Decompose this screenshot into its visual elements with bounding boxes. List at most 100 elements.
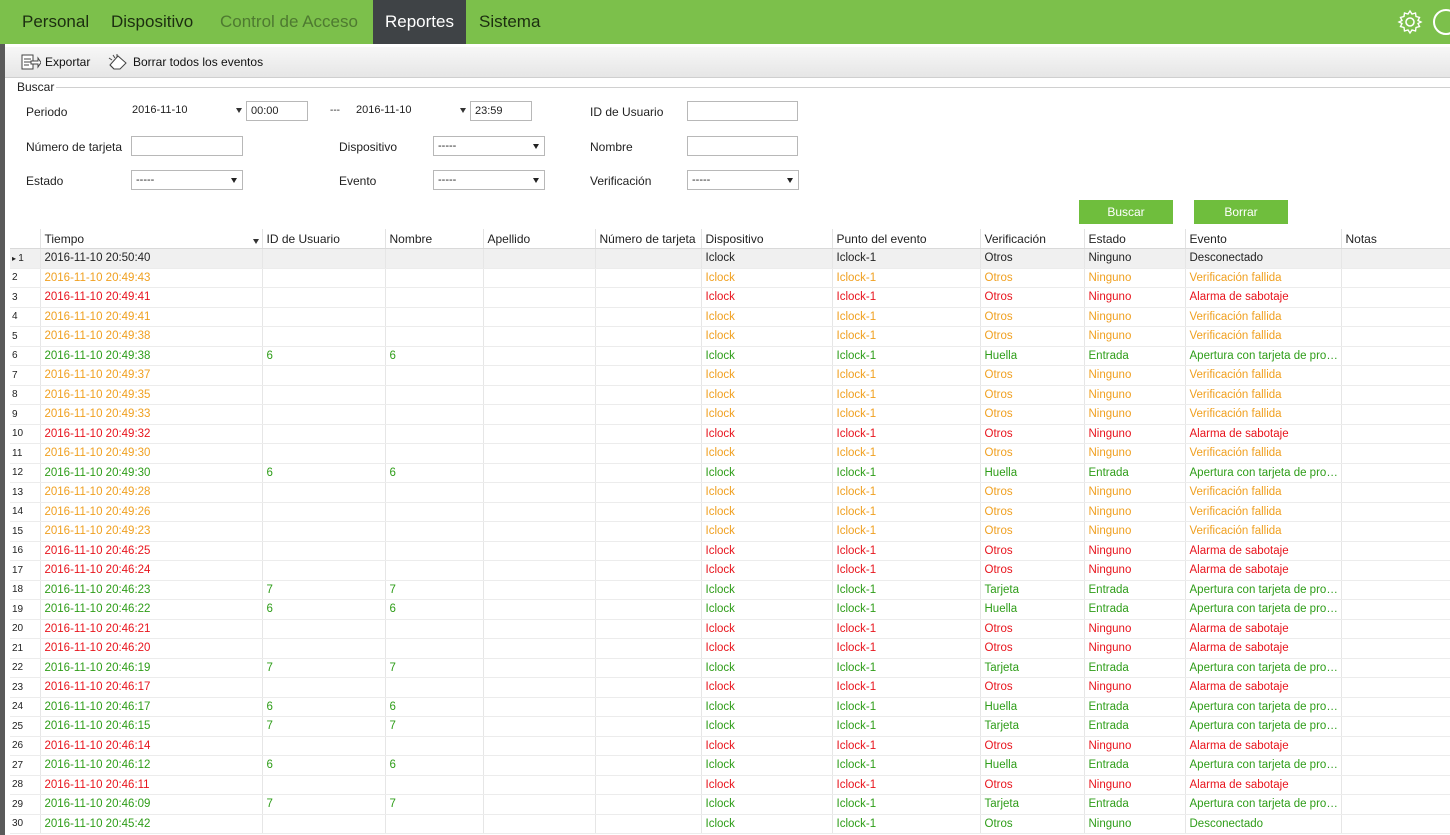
tab-reportes[interactable]: Reportes <box>373 0 466 44</box>
name-field[interactable] <box>687 136 798 156</box>
row-number: 10 <box>10 424 41 444</box>
table-cell: Alarma de sabotaje <box>1185 677 1342 698</box>
date-from-picker[interactable]: 2016-11-10 <box>132 100 244 120</box>
table-row[interactable]: 27 2016-11-10 20:46:12 6 6 Iclock Iclock-1 Hue… <box>10 755 1450 776</box>
table-row[interactable]: 24 2016-11-10 20:46:17 6 6 Iclock Iclock-1 Hue… <box>10 697 1450 717</box>
column-header-event-point[interactable]: Punto del evento <box>832 229 981 249</box>
card-number-field[interactable] <box>131 136 243 156</box>
table-row[interactable]: ▸ 1 2016-11-10 20:50:40 Iclock Iclock-1 Otro… <box>10 248 1450 269</box>
table-row[interactable]: 30 2016-11-10 20:45:42 Iclock Iclock-1 Otros… <box>10 814 1450 834</box>
table-row[interactable]: 15 2016-11-10 20:49:23 Iclock Iclock-1 Otros… <box>10 521 1450 542</box>
search-button[interactable]: Buscar <box>1079 200 1173 224</box>
table-cell: 6 <box>385 755 484 776</box>
table-cell <box>595 463 702 483</box>
date-to-picker[interactable]: 2016-11-10 <box>356 100 468 120</box>
table-cell <box>262 268 386 288</box>
tab-control-de-acceso[interactable]: Control de Acceso <box>208 0 370 44</box>
table-cell <box>262 365 386 386</box>
table-row[interactable]: 14 2016-11-10 20:49:26 Iclock Iclock-1 Otros… <box>10 502 1450 522</box>
table-cell <box>595 541 702 561</box>
table-cell <box>385 541 484 561</box>
table-cell <box>595 755 702 776</box>
table-cell <box>262 814 386 834</box>
table-cell: Iclock-1 <box>832 385 981 405</box>
user-id-field[interactable] <box>687 101 798 121</box>
table-cell <box>385 424 484 444</box>
table-row[interactable]: 16 2016-11-10 20:46:25 Iclock Iclock-1 Otros… <box>10 541 1450 561</box>
table-row[interactable]: 25 2016-11-10 20:46:15 7 7 Iclock Iclock-1 Tar… <box>10 716 1450 737</box>
table-row[interactable]: 12 2016-11-10 20:49:30 6 6 Iclock Iclock-1 Hue… <box>10 463 1450 483</box>
table-cell <box>262 482 386 503</box>
table-row[interactable]: 21 2016-11-10 20:46:20 Iclock Iclock-1 Otros… <box>10 638 1450 659</box>
table-row[interactable]: 11 2016-11-10 20:49:30 Iclock Iclock-1 Otros… <box>10 443 1450 464</box>
table-cell <box>262 404 386 425</box>
table-row[interactable]: 18 2016-11-10 20:46:23 7 7 Iclock Iclock-1 Tar… <box>10 580 1450 600</box>
date-to-value: 2016-11-10 <box>356 104 412 116</box>
table-cell: Iclock-1 <box>832 794 981 815</box>
table-row[interactable]: 6 2016-11-10 20:49:38 6 6 Iclock Iclock-1 Huel… <box>10 346 1450 366</box>
export-button[interactable]: Exportar <box>21 53 121 71</box>
row-number-label: 30 <box>12 818 24 830</box>
column-header-user-id[interactable]: ID de Usuario <box>262 229 386 249</box>
table-cell: 2016-11-10 20:49:35 <box>40 385 263 405</box>
gear-icon[interactable] <box>1397 9 1423 35</box>
time-to-field[interactable]: 23:59 <box>470 101 532 121</box>
table-row[interactable]: 2 2016-11-10 20:49:43 Iclock Iclock-1 Otros N… <box>10 268 1450 288</box>
column-header-device[interactable]: Dispositivo <box>701 229 833 249</box>
time-from-field[interactable]: 00:00 <box>246 101 308 121</box>
tab-personal[interactable]: Personal <box>10 0 101 44</box>
table-cell: Iclock-1 <box>832 326 981 347</box>
column-header-verification[interactable]: Verificación <box>980 229 1085 249</box>
row-number-label: 23 <box>12 681 24 693</box>
column-header-last-name[interactable]: Apellido <box>483 229 596 249</box>
row-number: 3 <box>10 287 41 308</box>
table-cell <box>262 424 386 444</box>
table-row[interactable]: 8 2016-11-10 20:49:35 Iclock Iclock-1 Otros N… <box>10 385 1450 405</box>
column-header-card-number[interactable]: Número de tarjeta <box>595 229 702 249</box>
row-number: 9 <box>10 404 41 425</box>
table-cell: Iclock <box>701 775 833 795</box>
status-select[interactable]: ----- <box>131 170 243 190</box>
table-row[interactable]: 22 2016-11-10 20:46:19 7 7 Iclock Iclock-1 Tar… <box>10 658 1450 678</box>
table-row[interactable]: 10 2016-11-10 20:49:32 Iclock Iclock-1 Otros… <box>10 424 1450 444</box>
clear-all-events-button[interactable]: Borrar todos los eventos <box>107 53 287 71</box>
table-cell <box>385 307 484 327</box>
row-number: 23 <box>10 677 41 698</box>
sort-down-icon[interactable] <box>252 238 259 244</box>
tab-sistema[interactable]: Sistema <box>467 0 552 44</box>
table-row[interactable]: 5 2016-11-10 20:49:38 Iclock Iclock-1 Otros N… <box>10 326 1450 347</box>
column-header-notes[interactable]: Notas <box>1341 229 1450 249</box>
table-cell <box>483 268 596 288</box>
table-cell: Apertura con tarjeta de prox... <box>1185 463 1342 483</box>
table-row[interactable]: 13 2016-11-10 20:49:28 Iclock Iclock-1 Otros… <box>10 482 1450 503</box>
table-row[interactable]: 17 2016-11-10 20:46:24 Iclock Iclock-1 Otros… <box>10 560 1450 581</box>
row-number: 6 <box>10 346 41 366</box>
table-row[interactable]: 19 2016-11-10 20:46:22 6 6 Iclock Iclock-1 Hue… <box>10 599 1450 620</box>
column-header-status[interactable]: Estado <box>1084 229 1186 249</box>
table-cell <box>483 814 596 834</box>
table-row[interactable]: 29 2016-11-10 20:46:09 7 7 Iclock Iclock-1 Tar… <box>10 794 1450 815</box>
table-row[interactable]: 4 2016-11-10 20:49:41 Iclock Iclock-1 Otros N… <box>10 307 1450 327</box>
table-row[interactable]: 20 2016-11-10 20:46:21 Iclock Iclock-1 Otros… <box>10 619 1450 639</box>
table-row[interactable]: 9 2016-11-10 20:49:33 Iclock Iclock-1 Otros N… <box>10 404 1450 425</box>
tab-dispositivo[interactable]: Dispositivo <box>99 0 205 44</box>
column-header-name[interactable]: Nombre <box>385 229 484 249</box>
device-select[interactable]: ----- <box>433 136 545 156</box>
verification-select[interactable]: ----- <box>687 170 799 190</box>
table-row[interactable]: 23 2016-11-10 20:46:17 Iclock Iclock-1 Otros… <box>10 677 1450 698</box>
power-icon[interactable] <box>1433 9 1450 35</box>
table-cell: 6 <box>262 346 386 366</box>
table-cell: Iclock <box>701 736 833 756</box>
table-row[interactable]: 28 2016-11-10 20:46:11 Iclock Iclock-1 Otros… <box>10 775 1450 795</box>
table-row[interactable]: 7 2016-11-10 20:49:37 Iclock Iclock-1 Otros N… <box>10 365 1450 386</box>
clear-button[interactable]: Borrar <box>1194 200 1288 224</box>
event-select[interactable]: ----- <box>433 170 545 190</box>
column-header-time[interactable]: Tiempo <box>40 229 263 249</box>
table-cell: 7 <box>385 716 484 737</box>
table-cell: Iclock-1 <box>832 599 981 620</box>
table-row[interactable]: 26 2016-11-10 20:46:14 Iclock Iclock-1 Otros… <box>10 736 1450 756</box>
column-header-event[interactable]: Evento <box>1185 229 1342 249</box>
table-row[interactable]: 3 2016-11-10 20:49:41 Iclock Iclock-1 Otros N… <box>10 287 1450 308</box>
table-cell <box>595 326 702 347</box>
chevron-down-icon <box>533 178 539 183</box>
